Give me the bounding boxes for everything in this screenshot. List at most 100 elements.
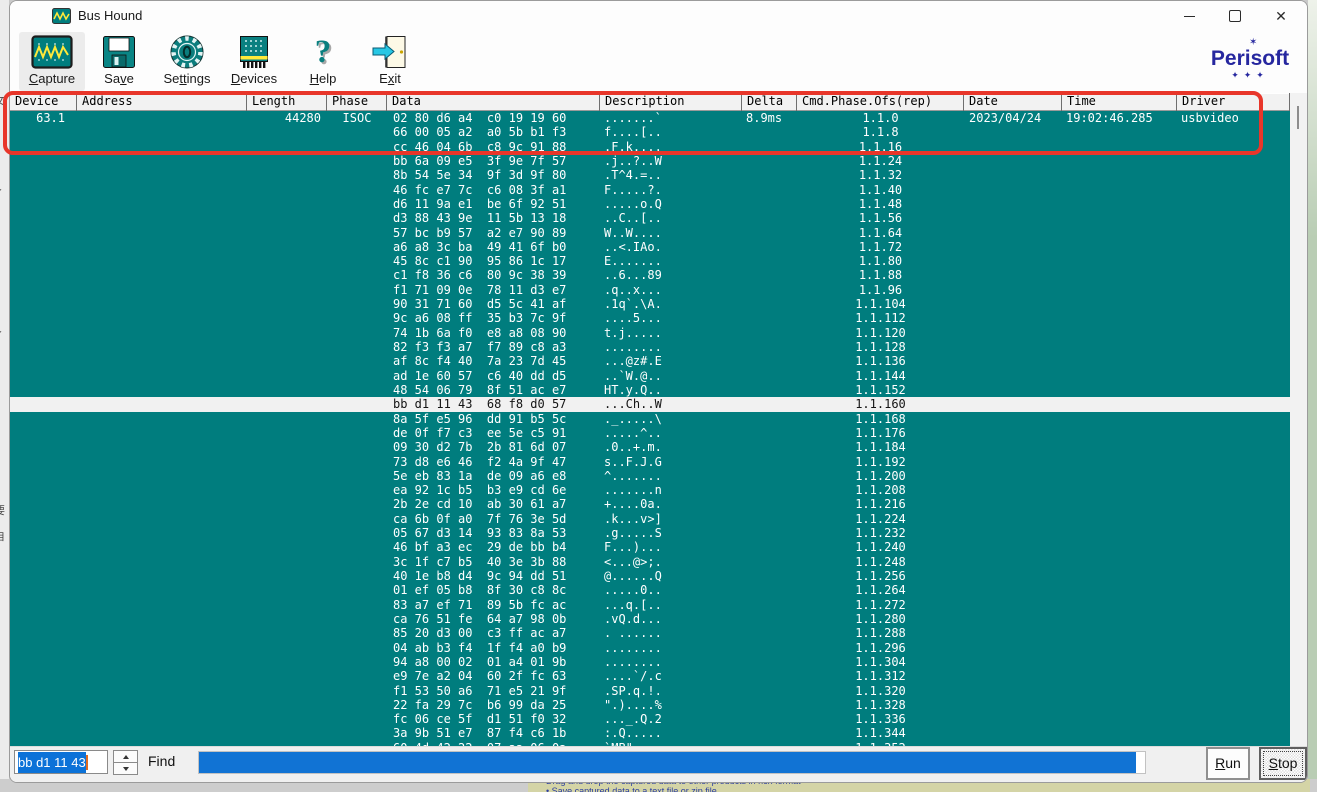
column-header-address[interactable]: Address [77, 93, 247, 111]
scrollbar-thumb[interactable] [1297, 106, 1299, 129]
table-header: Device Address Length Phase Data Description D… [10, 93, 1290, 111]
bg-glyph: 攵 [0, 92, 5, 108]
exit-icon [357, 32, 423, 72]
table-row[interactable]: 94 a8 00 02 01 a4 01 9b........ 1.1.304 [10, 655, 1290, 669]
column-header-date[interactable]: Date [964, 93, 1062, 111]
table-row[interactable]: 73 d8 e6 46 f2 4a 9f 47 s..F.J.G 1.1.192 [10, 455, 1290, 469]
logo-diamonds-icon: ✦✦✦ [1231, 70, 1269, 80]
column-header-cmd-phase-ofs-rep-[interactable]: Cmd.Phase.Ofs(rep) [797, 93, 964, 111]
table-row[interactable]: 40 1e b8 d4 9c 94 dd 51 @......Q 1.1.256 [10, 569, 1290, 583]
table-row[interactable]: 04 ab b3 f4 1f f4 a0 b9........ 1.1.296 [10, 641, 1290, 655]
save-button-label: Save [104, 71, 134, 86]
minimize-icon [1183, 15, 1195, 17]
help-button[interactable]: ? Help [290, 32, 356, 91]
table-row[interactable]: 9c a6 08 ff 35 b3 7c 9f ....5... 1.1.112 [10, 311, 1290, 325]
table-row[interactable]: 8a 5f e5 96 dd 91 b5 5c ._.....\ 1.1.168 [10, 412, 1290, 426]
table-row[interactable]: 45 8c c1 90 95 86 1c 17 E....... 1.1.80 [10, 254, 1290, 268]
table-row[interactable]: 8b 54 5e 34 9f 3d 9f 80 .T^4.=.. 1.1.32 [10, 168, 1290, 182]
exit-button-label: Exit [379, 71, 401, 86]
table-row[interactable]: fc 06 ce 5f d1 51 f0 32 ..._.Q.2 1.1.336 [10, 712, 1290, 726]
app-icon [52, 8, 71, 29]
table-row[interactable]: 63.1 44280 ISOC 02 80 d6 a4 c0 19 19 60....… [10, 111, 1290, 125]
table-row[interactable]: 57 bc b9 57 a2 e7 90 89 W..W.... 1.1.64 [10, 226, 1290, 240]
table-row[interactable]: ad 1e 60 57 c6 40 dd d5 ..`W.@.. 1.1.144 [10, 369, 1290, 383]
capture-progress-bar [198, 751, 1146, 774]
table-row[interactable]: cc 46 04 6b c8 9c 91 88 .F.k.... 1.1.16 [10, 140, 1290, 154]
table-row[interactable]: ca 6b 0f a0 7f 76 3e 5d .k...v>] 1.1.224 [10, 512, 1290, 526]
stop-button[interactable]: Stop [1259, 747, 1307, 780]
find-label: Find [148, 753, 176, 769]
column-header-phase[interactable]: Phase [327, 93, 387, 111]
column-header-device[interactable]: Device [10, 93, 77, 111]
table-row[interactable]: 05 67 d3 14 93 83 8a 53 .g.....S 1.1.232 [10, 526, 1290, 540]
arrow-up-icon [122, 754, 129, 759]
table-row[interactable]: f1 71 09 0e 78 11 d3 e7 .q..x... 1.1.96 [10, 283, 1290, 297]
logo-text: Perisoft [1210, 47, 1290, 70]
table-row[interactable]: 3c 1f c7 b5 40 3e 3b 88 <...@>;. 1.1.248 [10, 555, 1290, 569]
settings-button[interactable]: Settings [154, 32, 220, 91]
table-row[interactable]: 22 fa 29 7c b6 99 da 25 ".)....% 1.1.328 [10, 698, 1290, 712]
table-row[interactable]: bb d1 11 43 68 f8 d0 57 ...Ch..W 1.1.160 [10, 397, 1290, 412]
table-row[interactable]: 90 31 71 60 d5 5c 41 af .1q`.\A. 1.1.104 [10, 297, 1290, 311]
background-right-strip [1308, 0, 1317, 792]
capture-button[interactable]: Capture [19, 32, 85, 91]
devices-button[interactable]: Devices [221, 32, 287, 91]
maximize-button[interactable] [1212, 1, 1258, 31]
table-row[interactable]: 2b 2e cd 10 ab 30 61 a7 +....0a. 1.1.216 [10, 497, 1290, 511]
table-row[interactable]: d6 11 9a e1 be 6f 92 51 .....o.Q 1.1.48 [10, 197, 1290, 211]
capture-button-label: Capture [28, 71, 76, 86]
toolbar: Capture Save Settings Devices ? Help Exi… [10, 31, 1307, 93]
table-row[interactable]: ea 92 1c b5 b3 e9 cd 6e .......n 1.1.208 [10, 483, 1290, 497]
table-row[interactable]: 46 fc e7 7c c6 08 3f a1 F.....?. 1.1.40 [10, 183, 1290, 197]
table-row[interactable]: d3 88 43 9e 11 5b 13 18 ..C..[.. 1.1.56 [10, 211, 1290, 225]
bottom-bar: bb d1 11 43 Find Run Stop [10, 746, 1307, 782]
find-spinner [113, 750, 138, 775]
table-row[interactable]: af 8c f4 40 7a 23 7d 45 ...@z#.E 1.1.136 [10, 354, 1290, 368]
settings-icon [154, 32, 220, 72]
save-button[interactable]: Save [86, 32, 152, 91]
column-header-data[interactable]: Data [387, 93, 600, 111]
table-row[interactable]: 5e eb 83 1a de 09 a6 e8 ^....... 1.1.200 [10, 469, 1290, 483]
title-bar[interactable]: Bus Hound ✕ [10, 1, 1307, 31]
table-row[interactable]: 09 30 d2 7b 2b 81 6d 07.0..+.m. 1.1.184 [10, 440, 1290, 454]
perisoft-logo: ✶ Perisoft ✦✦✦ [1207, 37, 1293, 80]
table-row[interactable]: 48 54 06 79 8f 51 ac e7 HT.y.Q.. 1.1.152 [10, 383, 1290, 397]
text-caret [85, 754, 88, 770]
table-row[interactable]: 01 ef 05 b8 8f 30 c8 8c .....0.. 1.1.264 [10, 583, 1290, 597]
bg-glyph: 要 [0, 502, 5, 518]
capture-icon [19, 32, 85, 72]
run-button[interactable]: Run [1206, 747, 1250, 780]
background-left-window-sliver: 攵 ✓ ✓ 要 自 [0, 0, 9, 792]
close-icon: ✕ [1275, 8, 1287, 24]
logo-star-icon: ✶ [1249, 37, 1258, 48]
column-header-time[interactable]: Time [1062, 93, 1177, 111]
table-row[interactable]: de 0f f7 c3 ee 5e c5 91 .....^.. 1.1.176 [10, 426, 1290, 440]
table-row[interactable]: 3a 9b 51 e7 87 f4 c6 1b:.Q..... 1.1.344 [10, 726, 1290, 740]
close-button[interactable]: ✕ [1258, 1, 1304, 31]
table-row[interactable]: a6 a8 3c ba 49 41 6f b0 ..<.IAo. 1.1.72 [10, 240, 1290, 254]
column-header-description[interactable]: Description [600, 93, 742, 111]
table-row[interactable]: 46 bf a3 ec 29 de bb b4 F...)... 1.1.240 [10, 540, 1290, 554]
column-header-delta[interactable]: Delta [742, 93, 797, 111]
window-title: Bus Hound [78, 8, 143, 23]
table-row[interactable]: e9 7e a2 04 60 2f fc 63 ....`/.c 1.1.312 [10, 669, 1290, 683]
table-row[interactable]: 83 a7 ef 71 89 5b fc ac ...q.[.. 1.1.272 [10, 598, 1290, 612]
table-row[interactable]: c1 f8 36 c6 80 9c 38 39 ..6...89 1.1.88 [10, 268, 1290, 282]
exit-button[interactable]: Exit [357, 32, 423, 91]
table-row[interactable]: 85 20 d3 00 c3 ff ac a7. ...... 1.1.288 [10, 626, 1290, 640]
column-header-length[interactable]: Length [247, 93, 327, 111]
table-row[interactable]: f1 53 50 a6 71 e5 21 9f .SP.q.!. 1.1.320 [10, 684, 1290, 698]
devices-button-label: Devices [230, 71, 278, 86]
column-header-driver[interactable]: Driver [1177, 93, 1290, 111]
table-row[interactable]: bb 6a 09 e5 3f 9e 7f 57 .j..?..W 1.1.24 [10, 154, 1290, 168]
table-row[interactable]: 82 f3 f3 a7 f7 89 c8 a3........ 1.1.128 [10, 340, 1290, 354]
table-row[interactable]: ca 76 51 fe 64 a7 98 0b .vQ.d... 1.1.280 [10, 612, 1290, 626]
find-input[interactable]: bb d1 11 43 [14, 750, 108, 774]
progress-fill [199, 752, 1136, 773]
minimize-button[interactable] [1166, 1, 1212, 31]
table-row[interactable]: 74 1b 6a f0 e8 a8 08 90 t.j..... 1.1.120 [10, 326, 1290, 340]
maximize-icon [1229, 10, 1241, 22]
spinner-down-button[interactable] [113, 762, 138, 775]
table-row[interactable]: 66 00 05 a2 a0 5b b1 f3 f....[.. 1.1.8 [10, 125, 1290, 139]
save-icon [86, 32, 152, 72]
